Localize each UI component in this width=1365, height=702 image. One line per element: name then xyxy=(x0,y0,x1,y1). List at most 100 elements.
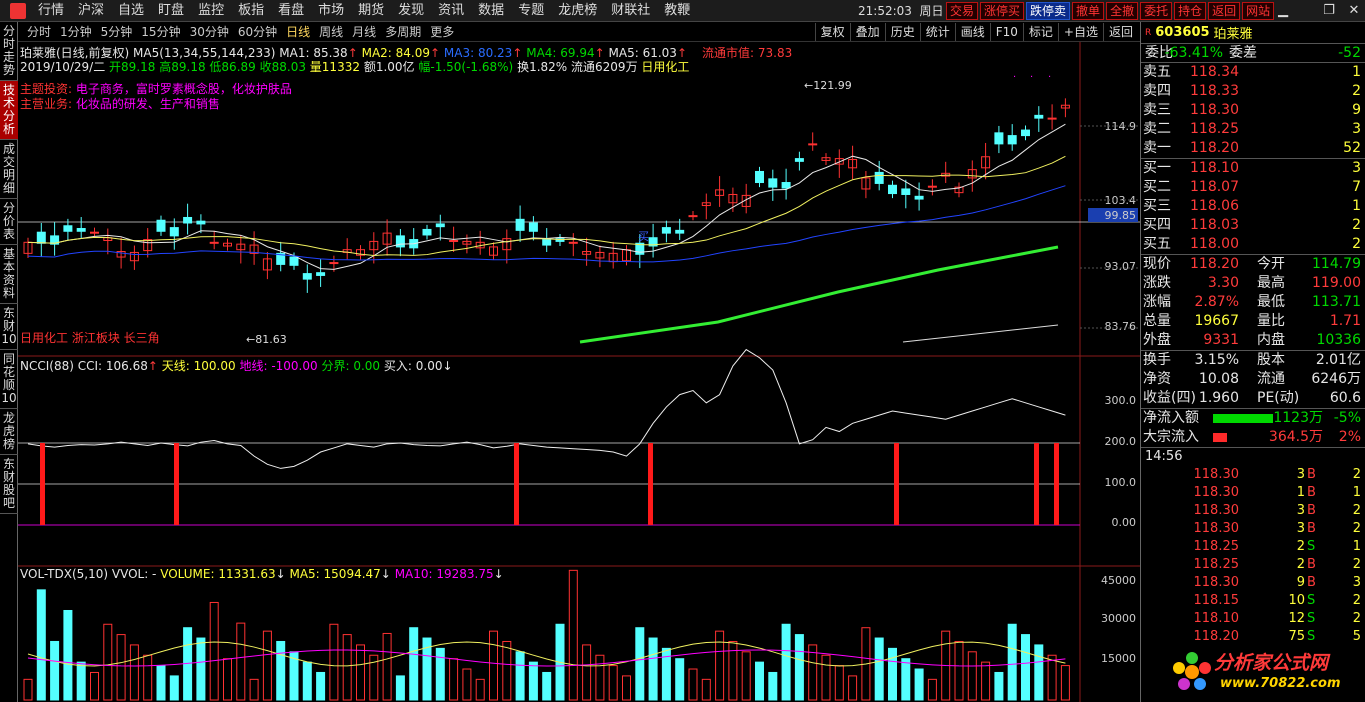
stat-row: 总量 19667 量比 1.71 xyxy=(1143,313,1361,329)
candle-body xyxy=(1007,135,1017,145)
trade-button[interactable]: 撤单 xyxy=(1072,2,1105,20)
trade-button[interactable]: 交易 xyxy=(946,2,979,20)
stock-title: R 603605 珀莱雅 xyxy=(1141,22,1365,44)
left-tab[interactable]: 技术分析 xyxy=(0,81,18,140)
menu-item[interactable]: 行情 xyxy=(38,0,64,22)
menu-item[interactable]: 看盘 xyxy=(278,0,304,22)
ncci-info-line: NCCI(88) CCI: 106.68↑ 天线: 100.00 地线: -10… xyxy=(20,359,453,373)
menu-item[interactable]: 沪深 xyxy=(78,0,104,22)
menu-item[interactable]: 发现 xyxy=(398,0,424,22)
volume-bar xyxy=(449,658,459,701)
tick-row: 118.25 2 B 2 xyxy=(1193,557,1362,572)
volume-bar xyxy=(874,637,884,701)
left-tab[interactable]: 成交明细 xyxy=(0,140,18,199)
volume-bar xyxy=(515,651,525,701)
menu-item[interactable]: 龙虎榜 xyxy=(558,0,597,22)
period-tab[interactable]: 30分钟 xyxy=(190,23,229,40)
menu-item[interactable]: 板指 xyxy=(238,0,264,22)
tool-button[interactable]: 历史 xyxy=(884,23,920,41)
tick-row: 118.30 3 B 2 xyxy=(1193,503,1362,518)
tool-button[interactable]: 叠加 xyxy=(849,23,885,41)
volume-bar xyxy=(342,634,352,701)
left-tab[interactable]: 东财股吧 xyxy=(0,455,18,514)
candle-body xyxy=(675,229,685,234)
left-tab[interactable]: 龙虎榜 xyxy=(0,409,18,455)
tool-button[interactable]: 返回 xyxy=(1102,23,1138,41)
ask-row: 卖五 118.34 1 xyxy=(1143,64,1361,80)
volume-bar xyxy=(1060,665,1070,701)
period-tab[interactable]: 1分钟 xyxy=(60,23,92,40)
menu-item[interactable]: 盯盘 xyxy=(158,0,184,22)
menu-item[interactable]: 数据 xyxy=(478,0,504,22)
signal-marker: · xyxy=(1030,72,1033,83)
candle-body xyxy=(90,231,99,234)
left-tab[interactable]: 分价表 xyxy=(0,199,18,245)
volume-bar xyxy=(834,665,844,701)
tool-button[interactable]: 标记 xyxy=(1022,23,1058,41)
volume-bar xyxy=(236,622,246,701)
trade-button[interactable]: 持仓 xyxy=(1174,2,1207,20)
left-tab[interactable]: 东财10 xyxy=(0,304,18,350)
sector-tags[interactable]: 日用化工 浙江板块 长三角 xyxy=(20,329,160,346)
trade-button[interactable]: 涨停买 xyxy=(980,2,1025,20)
left-tab[interactable]: 分时走势 xyxy=(0,22,18,81)
menu-item[interactable]: 教鞭 xyxy=(664,0,690,22)
tool-button[interactable]: F10 xyxy=(989,23,1023,41)
candle-body xyxy=(1047,117,1057,120)
minimize-icon[interactable]: ▁ xyxy=(1272,0,1294,22)
tool-button[interactable]: 画线 xyxy=(954,23,990,41)
wei-bi-row: 委比 -63.41% 委差 -52 xyxy=(1141,44,1365,63)
trade-button[interactable]: 全撤 xyxy=(1106,2,1139,20)
candle-body xyxy=(183,216,193,224)
menu-item[interactable]: 资讯 xyxy=(438,0,464,22)
period-tab[interactable]: 更多 xyxy=(430,23,454,40)
menu-item[interactable]: 市场 xyxy=(318,0,344,22)
trade-button[interactable]: 返回 xyxy=(1208,2,1241,20)
volume-bar xyxy=(395,675,405,701)
left-tab[interactable]: 基本资料 xyxy=(0,245,18,304)
period-tab[interactable]: 日线 xyxy=(286,23,310,40)
candle-body xyxy=(755,170,764,184)
trade-button[interactable]: 跌停卖 xyxy=(1026,2,1071,20)
trade-button[interactable]: 网站 xyxy=(1242,2,1275,20)
tool-button[interactable]: 统计 xyxy=(919,23,955,41)
vol-axis-label: 45000 xyxy=(1101,574,1136,587)
period-tab[interactable]: 月线 xyxy=(352,23,376,40)
period-tab[interactable]: 周线 xyxy=(319,23,343,40)
menu-item[interactable]: 监控 xyxy=(198,0,224,22)
menu-item[interactable]: 财联社 xyxy=(611,0,650,22)
tool-button[interactable]: +自选 xyxy=(1057,23,1103,41)
menu-item[interactable]: 自选 xyxy=(118,0,144,22)
candle-body xyxy=(994,132,1004,145)
volume-bar xyxy=(821,654,831,701)
price-axis-label: 83.76 xyxy=(1105,320,1137,333)
period-tab[interactable]: 15分钟 xyxy=(141,23,180,40)
trade-button[interactable]: 委托 xyxy=(1140,2,1173,20)
buy-signal-bar xyxy=(1054,443,1059,525)
volume-bar xyxy=(90,671,99,701)
period-tab[interactable]: 分时 xyxy=(27,23,51,40)
menu-item[interactable]: 专题 xyxy=(518,0,544,22)
ncci-axis-label: 300.0 xyxy=(1105,394,1137,407)
period-tab[interactable]: 多周期 xyxy=(385,23,421,40)
candle-body xyxy=(196,220,206,225)
volume-bar xyxy=(595,654,605,701)
volume-bar xyxy=(435,647,445,701)
volume-bar xyxy=(1007,623,1017,701)
menu-item[interactable]: 期货 xyxy=(358,0,384,22)
volume-bar xyxy=(794,634,804,701)
period-tab[interactable]: 5分钟 xyxy=(101,23,133,40)
left-tab[interactable]: 同花顺10 xyxy=(0,350,18,409)
period-tab[interactable]: 60分钟 xyxy=(238,23,277,40)
maximize-icon[interactable]: ❐ xyxy=(1318,0,1340,22)
tool-button[interactable]: 复权 xyxy=(814,23,850,41)
volume-bar xyxy=(156,665,166,701)
close-icon[interactable]: ✕ xyxy=(1343,0,1365,22)
candle-body xyxy=(927,185,937,188)
ncci-axis-label: 200.0 xyxy=(1105,435,1137,448)
block-inflow-row: 大宗流入 364.5万 2% xyxy=(1143,429,1361,445)
app-logo-icon[interactable] xyxy=(10,2,26,19)
tick-list[interactable]: 118.30 3 B 2 118.30 1 B 1 118.30 3 B 2 118.30 3 B 2 118.… xyxy=(1141,466,1365,646)
candle-body xyxy=(316,272,326,276)
volume-bar xyxy=(901,658,911,701)
